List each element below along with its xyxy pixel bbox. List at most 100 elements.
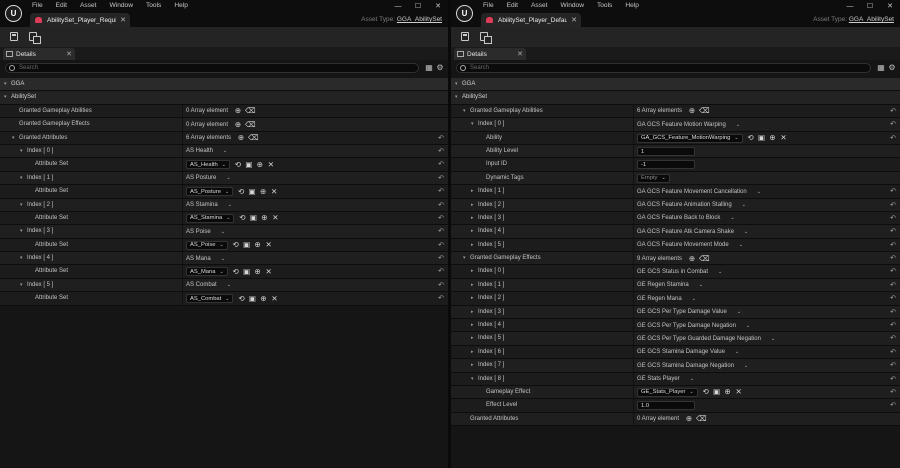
chevron-down-icon[interactable]: ⌄	[228, 202, 232, 208]
reset-to-default-icon[interactable]: ↶	[890, 399, 896, 412]
column-divider[interactable]	[633, 225, 634, 238]
reset-to-default-icon[interactable]: ↶	[890, 265, 896, 278]
save-icon[interactable]	[10, 32, 18, 41]
column-divider[interactable]	[182, 104, 183, 118]
reset-to-default-icon[interactable]: ↶	[890, 225, 896, 238]
close-panel-icon[interactable]: ✕	[66, 50, 72, 58]
clear-icon[interactable]: ✕	[265, 267, 273, 276]
chevron-down-icon[interactable]: ⌄	[730, 215, 734, 221]
reset-to-default-icon[interactable]: ↶	[890, 252, 896, 265]
use-selected-icon[interactable]: ⟲	[238, 214, 246, 222]
chevron-down-icon[interactable]: ⌄	[742, 202, 746, 208]
property-matrix-icon[interactable]: ▦	[877, 63, 885, 72]
close-button[interactable]: ✕	[428, 0, 448, 13]
reset-to-default-icon[interactable]: ↶	[890, 346, 896, 359]
minimize-button[interactable]: —	[388, 0, 408, 13]
add-element-icon[interactable]: ⊕	[685, 415, 693, 423]
column-divider[interactable]	[182, 252, 183, 265]
asset-picker-combo[interactable]: AS_Combat ⌄	[186, 294, 234, 304]
numeric-input[interactable]: 1	[637, 146, 695, 156]
menu-item-help[interactable]: Help	[174, 2, 188, 9]
trash-icon[interactable]: ⌫	[696, 415, 707, 423]
collapse-arrow-icon[interactable]: ▾	[471, 118, 474, 131]
menu-item-file[interactable]: File	[32, 2, 43, 9]
trash-icon[interactable]: ⌫	[699, 254, 710, 263]
reset-to-default-icon[interactable]: ↶	[890, 386, 896, 399]
chevron-down-icon[interactable]: ⌄	[699, 282, 703, 288]
chevron-down-icon[interactable]: ⌄	[692, 296, 696, 302]
collapse-arrow-icon[interactable]: ▾	[455, 78, 458, 91]
reset-to-default-icon[interactable]: ↶	[438, 292, 444, 305]
reset-to-default-icon[interactable]: ↶	[438, 239, 444, 252]
column-divider[interactable]	[182, 238, 183, 252]
reset-to-default-icon[interactable]: ↶	[890, 332, 896, 345]
menu-item-tools[interactable]: Tools	[597, 2, 612, 9]
add-element-icon[interactable]: ⊕	[688, 107, 696, 115]
use-selected-icon[interactable]: ⟲	[702, 388, 710, 396]
column-divider[interactable]	[182, 278, 183, 292]
collapse-arrow-icon[interactable]: ▾	[463, 252, 466, 265]
settings-gear-icon[interactable]: ⚙	[888, 63, 896, 72]
collapse-arrow-icon[interactable]: ▾	[20, 279, 23, 292]
column-divider[interactable]	[633, 372, 634, 385]
column-divider[interactable]	[633, 412, 634, 426]
clear-icon[interactable]: ✕	[780, 134, 788, 142]
chevron-down-icon[interactable]: ⌄	[718, 269, 722, 275]
chevron-down-icon[interactable]: ⌄	[757, 189, 761, 195]
expand-arrow-icon[interactable]: ▸	[471, 225, 474, 238]
reset-to-default-icon[interactable]: ↶	[438, 158, 444, 171]
menu-item-window[interactable]: Window	[561, 2, 584, 9]
collapse-arrow-icon[interactable]: ▾	[4, 91, 7, 104]
chevron-down-icon[interactable]: ⌄	[736, 122, 740, 128]
reset-to-default-icon[interactable]: ↶	[890, 306, 896, 319]
chevron-down-icon[interactable]: ⌄	[226, 175, 230, 181]
details-tab[interactable]: Details ✕	[3, 48, 75, 60]
column-divider[interactable]	[633, 292, 634, 305]
clear-icon[interactable]: ✕	[265, 241, 273, 249]
expand-arrow-icon[interactable]: ▸	[471, 319, 474, 332]
collapse-arrow-icon[interactable]: ▾	[471, 373, 474, 386]
menu-item-file[interactable]: File	[483, 2, 494, 9]
use-selected-icon[interactable]: ⟲	[237, 294, 245, 303]
create-new-icon[interactable]: ⊕	[254, 241, 262, 249]
clear-icon[interactable]: ✕	[735, 388, 743, 396]
reset-to-default-icon[interactable]: ↶	[890, 319, 896, 332]
search-input[interactable]: Search	[456, 63, 871, 73]
expand-arrow-icon[interactable]: ▸	[471, 185, 474, 198]
asset-type-link[interactable]: GGA_AbilitySet	[397, 16, 442, 23]
column-divider[interactable]	[633, 345, 634, 359]
create-new-icon[interactable]: ⊕	[256, 160, 264, 169]
reset-to-default-icon[interactable]: ↶	[890, 118, 896, 131]
document-tab[interactable]: AbilitySet_Player_Defaults ✕	[481, 13, 581, 27]
chevron-down-icon[interactable]: ⌄	[744, 363, 748, 369]
reset-to-default-icon[interactable]: ↶	[438, 199, 444, 212]
column-divider[interactable]	[633, 385, 634, 399]
close-panel-icon[interactable]: ✕	[517, 50, 523, 58]
expand-arrow-icon[interactable]: ▸	[471, 212, 474, 225]
chevron-down-icon[interactable]: ⌄	[744, 229, 748, 235]
expand-arrow-icon[interactable]: ▸	[471, 239, 474, 252]
column-divider[interactable]	[182, 211, 183, 225]
use-selected-icon[interactable]: ⟲	[747, 134, 755, 142]
column-divider[interactable]	[633, 265, 634, 278]
chevron-down-icon[interactable]: ⌄	[227, 282, 231, 288]
column-divider[interactable]	[633, 319, 634, 332]
details-tab[interactable]: Details ✕	[454, 48, 526, 60]
column-divider[interactable]	[633, 118, 634, 131]
collapse-arrow-icon[interactable]: ▾	[20, 199, 23, 212]
column-divider[interactable]	[633, 185, 634, 198]
column-divider[interactable]	[633, 305, 634, 319]
clear-icon[interactable]: ✕	[270, 187, 278, 196]
column-divider[interactable]	[633, 211, 634, 225]
reset-to-default-icon[interactable]: ↶	[438, 145, 444, 158]
use-selected-icon[interactable]: ⟲	[232, 267, 240, 276]
asset-picker-combo[interactable]: AS_Mana ⌄	[186, 267, 228, 277]
browse-asset-icon[interactable]	[29, 32, 41, 44]
collapse-arrow-icon[interactable]: ▾	[455, 91, 458, 104]
collapse-arrow-icon[interactable]: ▾	[20, 145, 23, 158]
use-selected-icon[interactable]: ⟲	[234, 160, 242, 169]
collapse-arrow-icon[interactable]: ▾	[12, 132, 15, 145]
reset-to-default-icon[interactable]: ↶	[438, 172, 444, 185]
chevron-down-icon[interactable]: ⌄	[746, 323, 750, 329]
expand-arrow-icon[interactable]: ▸	[471, 199, 474, 212]
